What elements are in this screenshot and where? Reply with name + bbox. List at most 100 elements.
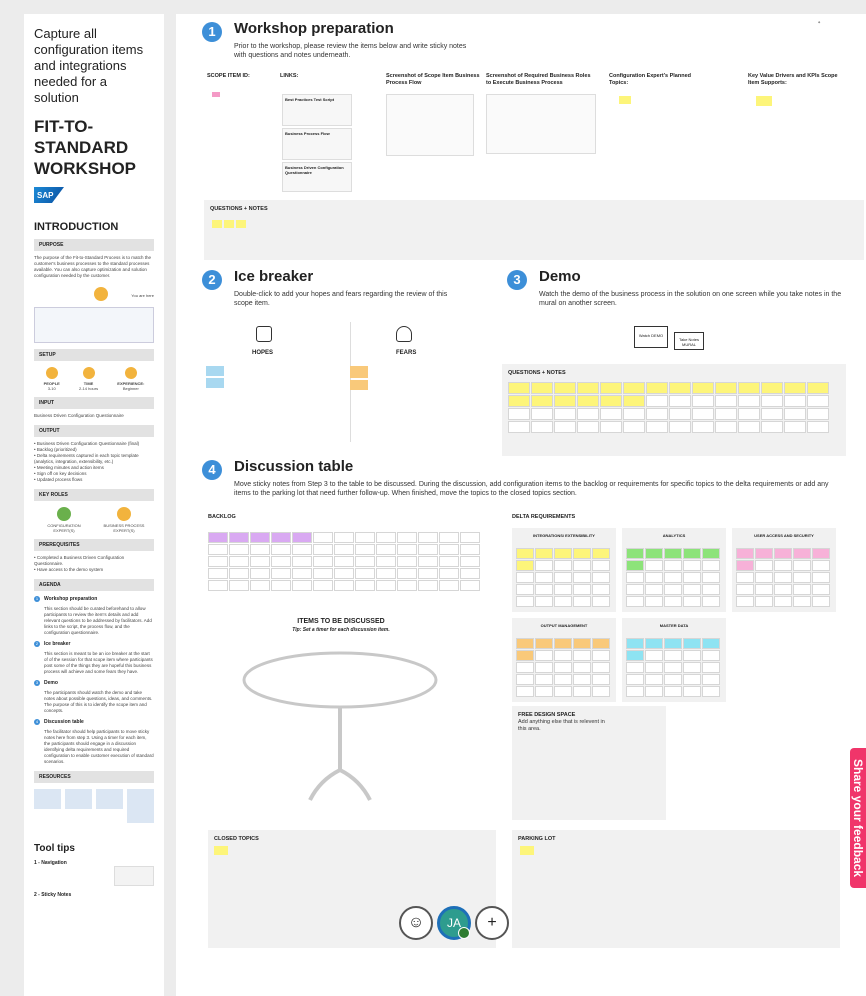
- grid-cell[interactable]: [554, 686, 572, 697]
- grid-cell[interactable]: [355, 532, 375, 543]
- grid-cell[interactable]: [645, 638, 663, 649]
- grid-cell[interactable]: [646, 395, 668, 407]
- grid-cell[interactable]: [271, 580, 291, 591]
- grid-cell[interactable]: [554, 638, 572, 649]
- sticky-note[interactable]: [224, 220, 234, 228]
- grid-cell[interactable]: [208, 556, 228, 567]
- grid-cell[interactable]: [535, 596, 553, 607]
- grid-cell[interactable]: [229, 568, 249, 579]
- sticky-note[interactable]: [212, 220, 222, 228]
- grid-cell[interactable]: [761, 382, 783, 394]
- grid-cell[interactable]: [554, 650, 572, 661]
- grid-cell[interactable]: [573, 686, 591, 697]
- grid-cell[interactable]: [626, 584, 644, 595]
- grid-cell[interactable]: [355, 580, 375, 591]
- grid-cell[interactable]: [812, 596, 830, 607]
- grid-cell[interactable]: [229, 544, 249, 555]
- resource-thumb[interactable]: [127, 789, 154, 823]
- grid-cell[interactable]: [535, 584, 553, 595]
- grid-cell[interactable]: [683, 638, 701, 649]
- grid-cell[interactable]: [645, 686, 663, 697]
- grid-cell[interactable]: [623, 382, 645, 394]
- grid-cell[interactable]: [793, 560, 811, 571]
- grid-cell[interactable]: [508, 395, 530, 407]
- grid-cell[interactable]: [516, 662, 534, 673]
- grid-cell[interactable]: [439, 544, 459, 555]
- grid-cell[interactable]: [702, 638, 720, 649]
- grid-cell[interactable]: [292, 544, 312, 555]
- grid-cell[interactable]: [554, 572, 572, 583]
- grid-cell[interactable]: [623, 421, 645, 433]
- grid-cell[interactable]: [807, 382, 829, 394]
- grid-cell[interactable]: [626, 572, 644, 583]
- grid-cell[interactable]: [397, 544, 417, 555]
- grid-cell[interactable]: [645, 596, 663, 607]
- grid-cell[interactable]: [793, 596, 811, 607]
- grid-cell[interactable]: [702, 548, 720, 559]
- grid-cell[interactable]: [664, 638, 682, 649]
- grid-cell[interactable]: [646, 408, 668, 420]
- grid-cell[interactable]: [755, 584, 773, 595]
- grid-cell[interactable]: [535, 686, 553, 697]
- free-design-panel[interactable]: FREE DESIGN SPACE Add anything else that…: [512, 706, 666, 820]
- grid-cell[interactable]: [554, 674, 572, 685]
- grid-cell[interactable]: [683, 572, 701, 583]
- grid-cell[interactable]: [761, 408, 783, 420]
- grid-cell[interactable]: [397, 580, 417, 591]
- grid-cell[interactable]: [554, 560, 572, 571]
- grid-cell[interactable]: [715, 408, 737, 420]
- grid-cell[interactable]: [669, 408, 691, 420]
- grid-cell[interactable]: [508, 421, 530, 433]
- grid-cell[interactable]: [508, 408, 530, 420]
- grid-cell[interactable]: [292, 556, 312, 567]
- grid-cell[interactable]: [418, 544, 438, 555]
- grid-cell[interactable]: [516, 686, 534, 697]
- grid-cell[interactable]: [439, 532, 459, 543]
- grid-cell[interactable]: [692, 408, 714, 420]
- grid-cell[interactable]: [531, 408, 553, 420]
- grid-cell[interactable]: [664, 548, 682, 559]
- grid-cell[interactable]: [807, 421, 829, 433]
- grid-cell[interactable]: [669, 395, 691, 407]
- grid-cell[interactable]: [334, 556, 354, 567]
- sticky-note[interactable]: [756, 96, 772, 106]
- grid-cell[interactable]: [376, 568, 396, 579]
- grid-cell[interactable]: [702, 596, 720, 607]
- grid-cell[interactable]: [664, 662, 682, 673]
- grid-cell[interactable]: [577, 421, 599, 433]
- grid-cell[interactable]: [738, 421, 760, 433]
- mural-board[interactable]: Capture all configuration items and inte…: [0, 0, 866, 996]
- grid-cell[interactable]: [355, 544, 375, 555]
- grid-cell[interactable]: [313, 556, 333, 567]
- grid-cell[interactable]: [376, 556, 396, 567]
- grid-cell[interactable]: [573, 596, 591, 607]
- grid-cell[interactable]: [755, 548, 773, 559]
- grid-cell[interactable]: [577, 408, 599, 420]
- grid-cell[interactable]: [250, 580, 270, 591]
- grid-cell[interactable]: [460, 580, 480, 591]
- grid-cell[interactable]: [535, 548, 553, 559]
- grid-cell[interactable]: [535, 650, 553, 661]
- grid-cell[interactable]: [531, 395, 553, 407]
- grid-cell[interactable]: [439, 568, 459, 579]
- grid-cell[interactable]: [516, 560, 534, 571]
- grid-cell[interactable]: [645, 584, 663, 595]
- grid-cell[interactable]: [208, 544, 228, 555]
- grid-cell[interactable]: [626, 662, 644, 673]
- grid-cell[interactable]: [313, 544, 333, 555]
- grid-cell[interactable]: [334, 532, 354, 543]
- grid-cell[interactable]: [774, 548, 792, 559]
- grid-cell[interactable]: [573, 548, 591, 559]
- grid-cell[interactable]: [516, 548, 534, 559]
- link-card[interactable]: Best Practices Test Script: [282, 94, 352, 126]
- grid-cell[interactable]: [626, 548, 644, 559]
- grid-cell[interactable]: [376, 580, 396, 591]
- grid-cell[interactable]: [784, 408, 806, 420]
- grid-cell[interactable]: [600, 408, 622, 420]
- grid-cell[interactable]: [313, 568, 333, 579]
- grid-cell[interactable]: [812, 572, 830, 583]
- grid-cell[interactable]: [397, 532, 417, 543]
- grid-cell[interactable]: [793, 584, 811, 595]
- grid-cell[interactable]: [313, 580, 333, 591]
- grid-cell[interactable]: [554, 408, 576, 420]
